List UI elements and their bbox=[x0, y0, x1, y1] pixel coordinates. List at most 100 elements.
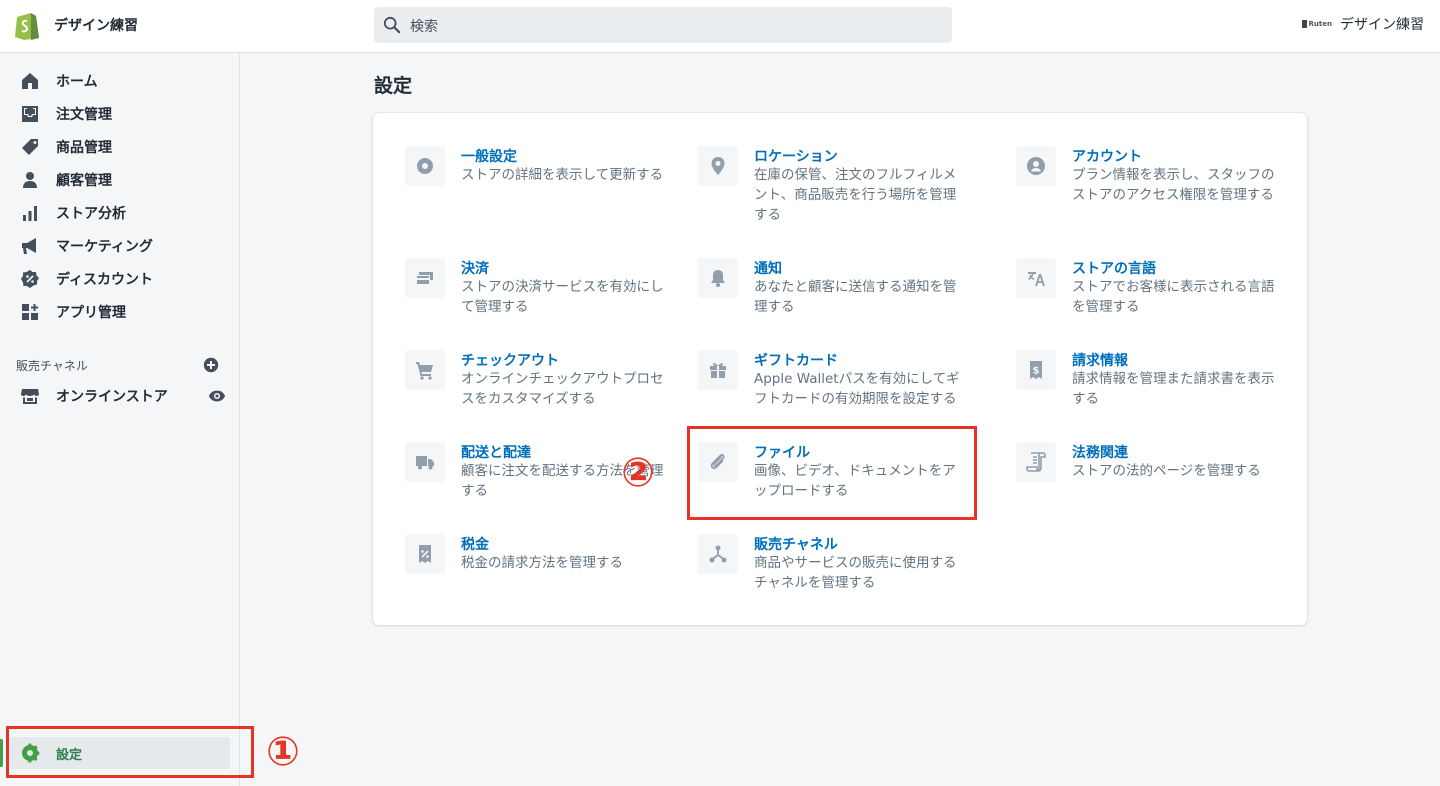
tile-icon-box bbox=[1016, 258, 1056, 298]
tile-description: Apple Walletパスを有効にしてギフトカードの有効期限を設定する bbox=[754, 371, 960, 407]
sidebar-item-label: 顧客管理 bbox=[56, 173, 112, 189]
tile-icon-box bbox=[698, 146, 738, 186]
tile-title: ギフトカード bbox=[754, 353, 838, 369]
tile-description: 請求情報を管理また請求書を表示する bbox=[1072, 371, 1275, 407]
add-channel-icon[interactable] bbox=[202, 356, 220, 374]
account-icon bbox=[1027, 157, 1045, 175]
tile-icon-box bbox=[405, 442, 445, 482]
megaphone-icon bbox=[22, 238, 36, 254]
sidebar-item-discounts[interactable]: ディスカウント bbox=[20, 265, 153, 293]
sidebar-item-label: 注文管理 bbox=[56, 107, 112, 123]
tile-icon-box: $ bbox=[1016, 350, 1056, 390]
shopify-logo-icon[interactable] bbox=[14, 10, 40, 40]
sidebar-item-label: ディスカウント bbox=[56, 272, 154, 288]
annotation-step-2: ② bbox=[621, 450, 655, 496]
tile-icon-box bbox=[405, 258, 445, 298]
gift-icon bbox=[710, 363, 726, 378]
tax-icon bbox=[419, 545, 431, 563]
tile-icon-box bbox=[405, 146, 445, 186]
sidebar-item-label: オンラインストア bbox=[56, 389, 168, 405]
tile-description: 在庫の保管、注文のフルフィルメント、商品販売を行う場所を管理する bbox=[754, 167, 957, 223]
eye-icon[interactable] bbox=[208, 387, 226, 405]
truck-icon bbox=[416, 456, 434, 470]
sidebar-item-label: マーケティング bbox=[56, 239, 153, 255]
tile-icon-box bbox=[698, 534, 738, 574]
translate-icon bbox=[1028, 272, 1045, 286]
tile-description: ストアの詳細を表示して更新する bbox=[461, 167, 664, 183]
annotation-step-1: ① bbox=[266, 729, 300, 775]
legal-icon bbox=[1026, 452, 1046, 472]
tile-icon-box bbox=[1016, 442, 1056, 482]
tile-title: 配送と配達 bbox=[461, 445, 531, 461]
svg-text:$: $ bbox=[1033, 366, 1040, 377]
tile-description: ストアの法的ページを管理する bbox=[1072, 463, 1261, 479]
tile-icon-box bbox=[698, 258, 738, 298]
tile-icon-box bbox=[405, 534, 445, 574]
sidebar-item-label: 商品管理 bbox=[56, 140, 112, 156]
store-icon bbox=[21, 389, 39, 404]
sidebar-item-online-store[interactable]: オンラインストア bbox=[20, 382, 226, 410]
annotation-box-files bbox=[687, 426, 977, 520]
sidebar-item-orders[interactable]: 注文管理 bbox=[20, 100, 112, 128]
sidebar-item-label: ホーム bbox=[56, 74, 98, 90]
tile-title: 一般設定 bbox=[461, 149, 517, 165]
sidebar-item-marketing[interactable]: マーケティング bbox=[20, 232, 153, 260]
tile-title: 販売チャネル bbox=[754, 537, 838, 553]
account-brand-logo: Ruten bbox=[1301, 20, 1332, 28]
gear-icon bbox=[417, 158, 433, 174]
discount-icon bbox=[21, 270, 39, 288]
tile-description: オンラインチェックアウトプロセスをカスタマイズする bbox=[461, 371, 664, 407]
active-indicator bbox=[0, 739, 3, 767]
tile-icon-box bbox=[1016, 146, 1056, 186]
search-icon bbox=[383, 16, 401, 34]
orders-icon bbox=[22, 106, 38, 122]
sidebar-item-apps[interactable]: アプリ管理 bbox=[20, 298, 126, 326]
tile-description: ストアの決済サービスを有効にして管理する bbox=[461, 279, 664, 315]
sidebar-item-home[interactable]: ホーム bbox=[20, 67, 98, 95]
tile-title: 請求情報 bbox=[1072, 353, 1128, 369]
sidebar-item-customers[interactable]: 顧客管理 bbox=[20, 166, 112, 194]
person-icon bbox=[23, 172, 37, 188]
page-title: 設定 bbox=[374, 75, 413, 97]
tile-title: 通知 bbox=[754, 261, 782, 277]
tile-title: ストアの言語 bbox=[1072, 261, 1156, 277]
channels-icon bbox=[709, 545, 727, 563]
tile-description: 税金の請求方法を管理する bbox=[461, 555, 623, 571]
payment-icon bbox=[417, 272, 433, 284]
search-bar[interactable]: 検索 bbox=[374, 7, 952, 43]
apps-icon bbox=[22, 304, 38, 320]
bell-icon bbox=[711, 270, 725, 287]
tile-description: あなたと顧客に送信する通知を管理する bbox=[754, 279, 957, 315]
account-menu[interactable]: Ruten デザイン練習 bbox=[1301, 14, 1424, 34]
tile-description: プラン情報を表示し、スタッフのストアのアクセス権限を管理する bbox=[1072, 167, 1275, 203]
billing-icon: $ bbox=[1030, 361, 1042, 379]
home-icon bbox=[22, 73, 38, 89]
sidebar: ホーム 注文管理 商品管理 顧客管理 ストア分析 マーケティング ディスカウント… bbox=[0, 53, 240, 786]
sidebar-item-label: アプリ管理 bbox=[56, 305, 126, 321]
sidebar-item-label: ストア分析 bbox=[56, 206, 126, 222]
store-name[interactable]: デザイン練習 bbox=[54, 15, 138, 35]
tile-title: チェックアウト bbox=[461, 353, 559, 369]
top-bar: デザイン練習 検索 Ruten デザイン練習 bbox=[0, 0, 1440, 53]
tag-icon bbox=[22, 139, 38, 155]
account-name: デザイン練習 bbox=[1340, 17, 1424, 33]
sales-channel-header: 販売チャネル bbox=[16, 353, 220, 377]
settings-card: 一般設定 ストアの詳細を表示して更新する ロケーション 在庫の保管、注文のフルフ… bbox=[373, 113, 1307, 625]
tile-description: 商品やサービスの販売に使用するチャネルを管理する bbox=[754, 555, 957, 591]
cart-icon bbox=[416, 362, 433, 380]
sidebar-item-products[interactable]: 商品管理 bbox=[20, 133, 112, 161]
tile-title: 決済 bbox=[461, 261, 489, 277]
sidebar-item-analytics[interactable]: ストア分析 bbox=[20, 199, 126, 227]
tile-icon-box bbox=[698, 350, 738, 390]
tile-title: 法務関連 bbox=[1072, 445, 1128, 461]
tile-description: ストアでお客様に表示される言語を管理する bbox=[1072, 279, 1275, 315]
tile-title: アカウント bbox=[1072, 149, 1142, 165]
tile-icon-box bbox=[405, 350, 445, 390]
annotation-box-settings bbox=[6, 726, 254, 778]
tile-title: 税金 bbox=[461, 537, 489, 553]
tile-title: ロケーション bbox=[754, 149, 838, 165]
bar-chart-icon bbox=[23, 206, 37, 221]
location-pin-icon bbox=[711, 157, 725, 175]
sales-channel-label: 販売チャネル bbox=[16, 358, 88, 373]
search-placeholder: 検索 bbox=[410, 19, 438, 35]
